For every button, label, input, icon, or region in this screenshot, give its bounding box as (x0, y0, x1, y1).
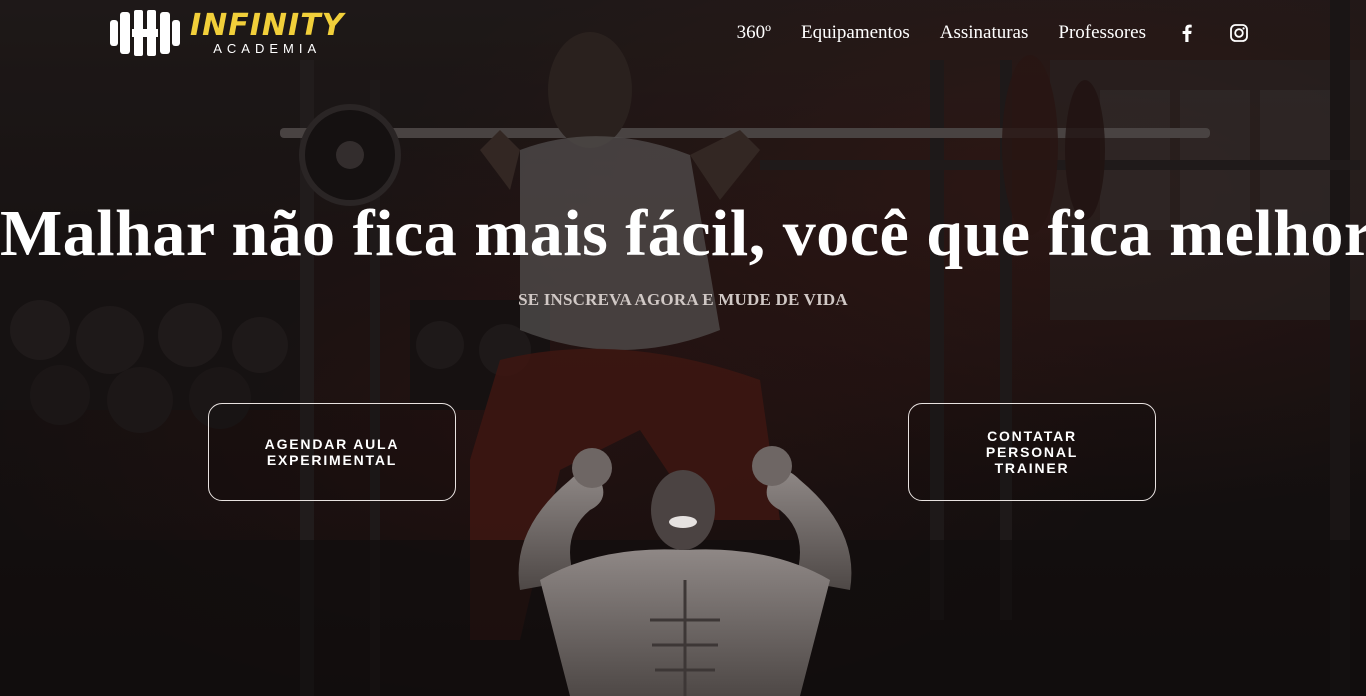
dumbbell-h-icon (110, 10, 180, 56)
hero-section: INFINITY ACADEMIA 360º Equipamentos Assi… (0, 0, 1366, 696)
top-navigation: INFINITY ACADEMIA 360º Equipamentos Assi… (0, 0, 1366, 66)
brand-subtitle: ACADEMIA (213, 41, 322, 56)
nav-link-360[interactable]: 360º (737, 22, 771, 44)
instagram-icon[interactable] (1228, 22, 1250, 44)
facebook-icon[interactable] (1176, 22, 1198, 44)
main-menu: 360º Equipamentos Assinaturas Professore… (707, 22, 1250, 44)
nav-link-professores[interactable]: Professores (1058, 22, 1146, 44)
schedule-trial-class-button[interactable]: AGENDAR AULA EXPERIMENTAL (208, 403, 456, 501)
bodybuilder-image (518, 446, 852, 696)
brand-logo[interactable]: INFINITY ACADEMIA (110, 8, 344, 58)
nav-link-equipamentos[interactable]: Equipamentos (801, 22, 910, 44)
hero-headline: Malhar não fica mais fácil, você que fic… (0, 197, 1366, 270)
contact-personal-trainer-button[interactable]: CONTATAR PERSONAL TRAINER (908, 403, 1156, 501)
nav-link-assinaturas[interactable]: Assinaturas (940, 22, 1029, 44)
brand-title: INFINITY (190, 8, 345, 43)
hero-subheadline: SE INSCREVA AGORA E MUDE DE VIDA (518, 290, 848, 309)
